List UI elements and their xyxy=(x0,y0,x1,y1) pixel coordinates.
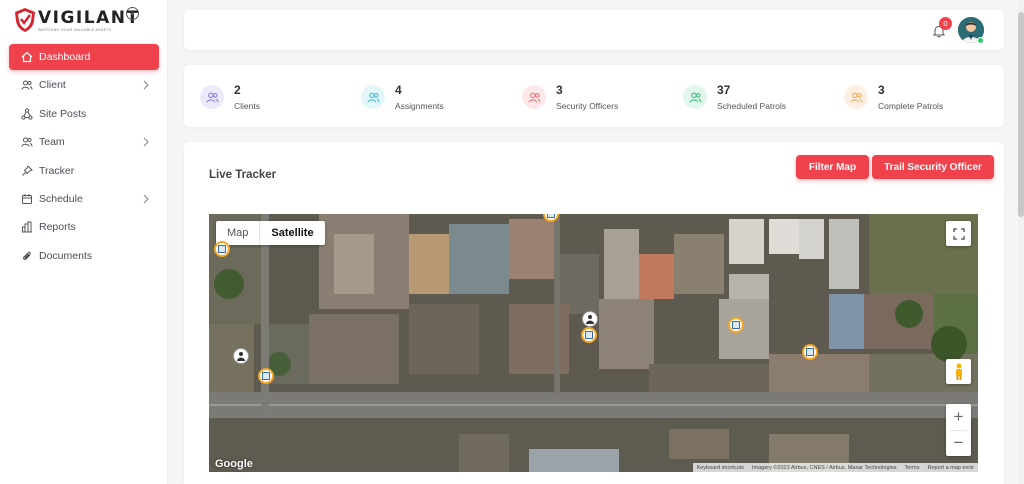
stat-label: Complete Patrols xyxy=(878,101,944,111)
brand-tagline: WATCHING YOUR VALUABLE ASSETS xyxy=(38,27,112,32)
users-icon xyxy=(683,85,707,109)
fullscreen-icon xyxy=(952,227,965,240)
person-icon xyxy=(586,315,594,324)
site-marker-icon xyxy=(585,331,593,339)
fullscreen-button[interactable] xyxy=(946,221,971,246)
stat-value: 2 xyxy=(234,83,241,97)
chevron-right-icon xyxy=(143,137,149,147)
report-map-error-link[interactable]: Report a map error xyxy=(924,465,978,471)
zoom-out-button[interactable]: − xyxy=(946,431,971,457)
sidebar-item-label: Reports xyxy=(39,221,76,234)
stat-label: Clients xyxy=(234,101,260,111)
shield-logo-icon xyxy=(15,8,35,32)
online-status-dot xyxy=(977,37,984,44)
site-marker-icon xyxy=(806,348,814,356)
sidebar-item-team[interactable]: Team xyxy=(9,129,159,155)
sidebar-item-reports[interactable]: Reports xyxy=(9,214,159,240)
network-icon xyxy=(20,107,33,120)
live-tracker-card: Live Tracker Filter Map Trail Security O… xyxy=(184,142,1004,484)
paperclip-icon xyxy=(20,249,33,262)
google-logo: Google xyxy=(215,458,253,470)
scrollbar-thumb[interactable] xyxy=(1018,12,1024,217)
officer-marker[interactable] xyxy=(233,348,249,364)
site-marker[interactable] xyxy=(258,368,274,384)
stat-complete-patrols: 3 Complete Patrols xyxy=(844,81,943,113)
stat-value: 37 xyxy=(717,83,731,97)
map-attribution: Keyboard shortcuts Imagery ©2023 Airbus,… xyxy=(692,463,978,472)
site-marker[interactable] xyxy=(728,317,744,333)
site-marker[interactable] xyxy=(802,344,818,360)
page-scrollbar[interactable] xyxy=(1018,0,1024,484)
map-type-satellite-button[interactable]: Satellite xyxy=(259,221,324,245)
chevron-right-icon xyxy=(143,81,149,90)
bar-chart-icon xyxy=(20,221,33,234)
sidebar-toggle-icon[interactable] xyxy=(126,7,139,20)
person-icon xyxy=(237,352,245,361)
sidebar-item-documents[interactable]: Documents xyxy=(9,243,159,269)
sidebar-item-client[interactable]: Client xyxy=(9,72,159,98)
imagery-credit: Imagery ©2023 Airbus, CNES / Airbus, Max… xyxy=(751,464,897,471)
site-marker-icon xyxy=(218,245,226,253)
stat-label: Security Officers xyxy=(556,101,619,111)
stats-card: 2 Clients 4 Assignments 3 Security Offic… xyxy=(184,65,1004,127)
stat-label: Assignments xyxy=(395,101,444,111)
stat-value: 3 xyxy=(878,83,885,97)
sidebar-item-site-posts[interactable]: Site Posts xyxy=(9,101,159,127)
satellite-imagery xyxy=(209,214,978,472)
stat-value: 3 xyxy=(556,83,563,97)
stat-scheduled-patrols: 37 Scheduled Patrols xyxy=(683,81,786,113)
site-marker-icon xyxy=(732,321,740,329)
sidebar-item-label: Dashboard xyxy=(39,51,91,63)
home-icon xyxy=(20,51,33,64)
sidebar-item-label: Site Posts xyxy=(39,107,87,120)
map-type-control: Map Satellite xyxy=(216,221,325,245)
zoom-control: + − xyxy=(946,404,971,456)
site-marker-icon xyxy=(262,372,270,380)
sidebar-item-dashboard[interactable]: Dashboard xyxy=(9,44,159,70)
pegman-icon xyxy=(955,363,962,380)
trail-security-officer-button[interactable]: Trail Security Officer xyxy=(872,155,994,179)
filter-map-button[interactable]: Filter Map xyxy=(796,155,869,179)
sidebar: VIGILANT WATCHING YOUR VALUABLE ASSETS D… xyxy=(0,0,168,484)
sidebar-item-schedule[interactable]: Schedule xyxy=(9,186,159,212)
sidebar-item-label: Client xyxy=(39,79,66,92)
satellite-map[interactable]: Map Satellite + − Google Keyboard shortc… xyxy=(209,214,978,472)
sidebar-item-tracker[interactable]: Tracker xyxy=(9,158,159,184)
sidebar-nav: Dashboard Client Site Posts Team Tracker… xyxy=(9,44,159,271)
sidebar-item-label: Tracker xyxy=(39,164,75,177)
users-icon xyxy=(200,85,224,109)
street-view-pegman-button[interactable] xyxy=(946,359,971,384)
site-marker-icon xyxy=(547,214,555,218)
zoom-in-button[interactable]: + xyxy=(946,404,971,430)
tracker-title: Live Tracker xyxy=(209,169,277,181)
users-icon xyxy=(20,79,33,92)
site-marker[interactable] xyxy=(581,327,597,343)
stat-value: 4 xyxy=(395,83,402,97)
calendar-icon xyxy=(20,192,33,205)
users-icon xyxy=(844,85,868,109)
stat-security-officers: 3 Security Officers xyxy=(522,81,618,113)
stat-label: Scheduled Patrols xyxy=(717,101,786,111)
keyboard-shortcuts-link[interactable]: Keyboard shortcuts xyxy=(693,465,748,471)
users-icon xyxy=(522,85,546,109)
top-bar: 0 xyxy=(184,10,1004,50)
stat-assignments: 4 Assignments xyxy=(361,81,444,113)
sidebar-item-label: Documents xyxy=(39,249,93,262)
chevron-right-icon xyxy=(143,194,149,204)
sidebar-item-label: Team xyxy=(39,136,65,149)
brand-name: VIGILANT xyxy=(38,7,140,28)
sidebar-item-label: Schedule xyxy=(39,192,83,205)
site-marker[interactable] xyxy=(214,241,230,257)
officer-marker[interactable] xyxy=(582,311,598,327)
users-icon xyxy=(361,85,385,109)
team-icon xyxy=(20,136,33,149)
notification-count-badge: 0 xyxy=(939,17,952,30)
stat-clients: 2 Clients xyxy=(200,81,260,113)
terms-link[interactable]: Terms xyxy=(901,465,924,471)
pin-icon xyxy=(20,164,33,177)
